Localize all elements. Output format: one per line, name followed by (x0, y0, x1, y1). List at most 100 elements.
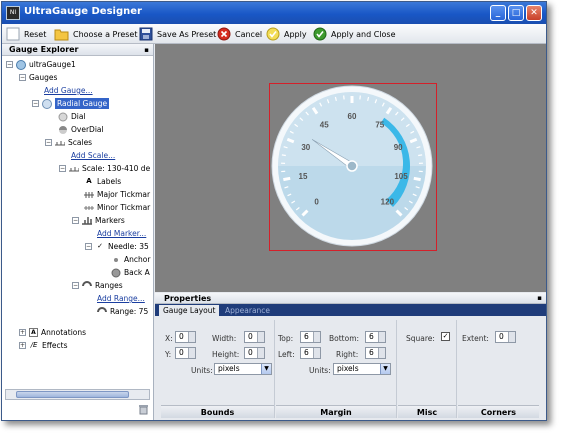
tree-node-overdial[interactable]: OverDial (58, 124, 104, 135)
tree-node-minor-tickmarks[interactable]: Minor Tickmar (84, 202, 150, 213)
left-stepper[interactable]: 6 (300, 347, 321, 359)
major-tickmark (283, 176, 291, 182)
collapse-icon[interactable]: − (19, 74, 26, 81)
minimize-button[interactable]: _ (490, 5, 506, 21)
close-window-button[interactable]: ✕ (526, 5, 542, 21)
collapse-icon[interactable]: − (72, 282, 79, 289)
tree-node-scales[interactable]: − Scales (45, 137, 92, 148)
tree-node-scale[interactable]: − Scale: 130-410 de (59, 163, 150, 174)
collapse-icon[interactable]: − (6, 61, 13, 68)
square-checkbox[interactable]: ✓ (441, 332, 450, 341)
tree-node-range[interactable]: Range: 75 (97, 306, 148, 317)
expand-icon[interactable]: + (19, 342, 26, 349)
tree-node-radial-gauge[interactable]: − Radial Gauge (32, 98, 110, 109)
anchor-icon (111, 255, 121, 265)
apply-close-check-icon (312, 27, 327, 42)
corners-footer: Corners (458, 405, 539, 418)
tree-node-anchor[interactable]: Anchor (111, 254, 150, 265)
back-icon (111, 268, 121, 278)
choose-preset-button[interactable]: Choose a Preset (54, 25, 137, 43)
scrollbar-thumb[interactable] (16, 391, 129, 398)
tree-node-labels[interactable]: A Labels (84, 176, 121, 187)
add-range-link[interactable]: Add Range... (97, 293, 145, 304)
needle-anchor (346, 160, 358, 172)
y-stepper[interactable]: 0 (175, 347, 196, 359)
tree-node-major-tickmarks[interactable]: Major Tickmar (84, 189, 150, 200)
cancel-button[interactable]: Cancel (216, 25, 262, 43)
delete-icon[interactable] (138, 404, 149, 415)
top-stepper[interactable]: 6 (300, 331, 321, 343)
app-icon: NI (6, 6, 20, 20)
collapse-icon[interactable]: − (72, 217, 79, 224)
tree-node-markers[interactable]: − Markers (72, 215, 125, 226)
pin-icon[interactable]: ▪ (537, 293, 542, 304)
scale-label: 105 (394, 172, 408, 181)
collapse-icon[interactable]: − (32, 100, 39, 107)
y-label: Y: (165, 350, 172, 359)
tree-node-effects[interactable]: +/E Effects (19, 340, 68, 351)
collapse-icon[interactable]: − (59, 165, 66, 172)
units-label: Units: (191, 366, 213, 375)
margin-group: Top: 6 Left: 6 Bottom: 6 Right: 6 Units:… (276, 320, 397, 418)
add-marker-link[interactable]: Add Marker... (97, 228, 146, 239)
overdial-icon (58, 125, 68, 135)
scale-label: 45 (320, 120, 329, 129)
right-label: Right: (336, 350, 359, 359)
tab-appearance[interactable]: Appearance (221, 305, 274, 316)
x-stepper[interactable]: 0 (175, 331, 196, 343)
radial-gauge[interactable]: 0 15 30 45 60 75 90 105 120 (155, 44, 546, 292)
gauge-icon (16, 59, 26, 70)
tree-node-needle[interactable]: − ✓ Needle: 35 (85, 241, 149, 252)
collapse-icon[interactable]: − (45, 139, 52, 146)
margin-units-dropdown[interactable]: pixels ▼ (333, 363, 391, 375)
labels-icon: A (86, 177, 92, 185)
extent-stepper[interactable]: 0 (495, 331, 516, 343)
gauge-tree: − ultraGauge1 − Gauges Add Gauge... − Radia… (2, 57, 153, 387)
scale-label: 15 (299, 172, 308, 181)
height-stepper[interactable]: 0 (244, 347, 265, 359)
save-preset-button[interactable]: Save As Preset (138, 25, 216, 43)
scale-label: 30 (301, 143, 310, 152)
title-bar[interactable]: NI UltraGauge Designer _ □ ✕ (2, 2, 546, 24)
x-label: X: (165, 334, 173, 343)
bounds-units-dropdown[interactable]: pixels ▼ (214, 363, 272, 375)
right-stepper[interactable]: 6 (365, 347, 386, 359)
gauge-explorer-panel: Gauge Explorer ▪ − ultraGauge1 − Gauges Ad… (2, 44, 154, 420)
cancel-label: Cancel (235, 29, 263, 39)
corners-group: Extent: 0 Corners (458, 320, 539, 418)
tab-gauge-layout[interactable]: Gauge Layout (159, 305, 220, 316)
pin-icon[interactable]: ▪ (144, 44, 149, 56)
annotations-icon: A (29, 328, 38, 337)
window-title: UltraGauge Designer (24, 6, 142, 17)
apply-label: Apply (284, 29, 307, 39)
expand-icon[interactable]: + (19, 329, 26, 336)
gauge-explorer-header: Gauge Explorer ▪ (2, 44, 153, 56)
chevron-down-icon[interactable]: ▼ (261, 364, 271, 374)
bottom-label: Bottom: (329, 334, 360, 343)
tree-node-root[interactable]: − ultraGauge1 (6, 59, 76, 70)
tree-node-dial[interactable]: Dial (58, 111, 86, 122)
gauge-preview-canvas[interactable]: 0 15 30 45 60 75 90 105 120 (155, 44, 546, 292)
designer-window: NI UltraGauge Designer _ □ ✕ Reset Choos… (1, 1, 547, 421)
collapse-icon[interactable]: − (85, 243, 92, 250)
reset-button[interactable]: Reset (5, 25, 46, 43)
margin-units-label: Units: (309, 366, 331, 375)
tree-node-back[interactable]: Back A (111, 267, 150, 278)
tree-node-ranges[interactable]: − Ranges (72, 280, 123, 291)
add-scale-link[interactable]: Add Scale... (71, 150, 115, 161)
tree-node-gauges[interactable]: − Gauges (19, 72, 57, 83)
gauge-explorer-title: Gauge Explorer (9, 45, 79, 54)
maximize-button[interactable]: □ (508, 5, 524, 21)
width-stepper[interactable]: 0 (244, 331, 265, 343)
apply-button[interactable]: Apply (265, 25, 307, 43)
add-gauge-link[interactable]: Add Gauge... (44, 85, 93, 96)
apply-check-icon (265, 27, 280, 42)
horizontal-scrollbar[interactable] (5, 389, 150, 400)
apply-and-close-button[interactable]: Apply and Close (312, 25, 396, 43)
chevron-down-icon[interactable]: ▼ (380, 364, 390, 374)
tree-node-annotations[interactable]: + A Annotations (19, 327, 86, 338)
effects-icon: /E (30, 341, 38, 349)
scale-label: 90 (394, 143, 403, 152)
bottom-stepper[interactable]: 6 (365, 331, 386, 343)
scale-label: 0 (314, 197, 319, 206)
